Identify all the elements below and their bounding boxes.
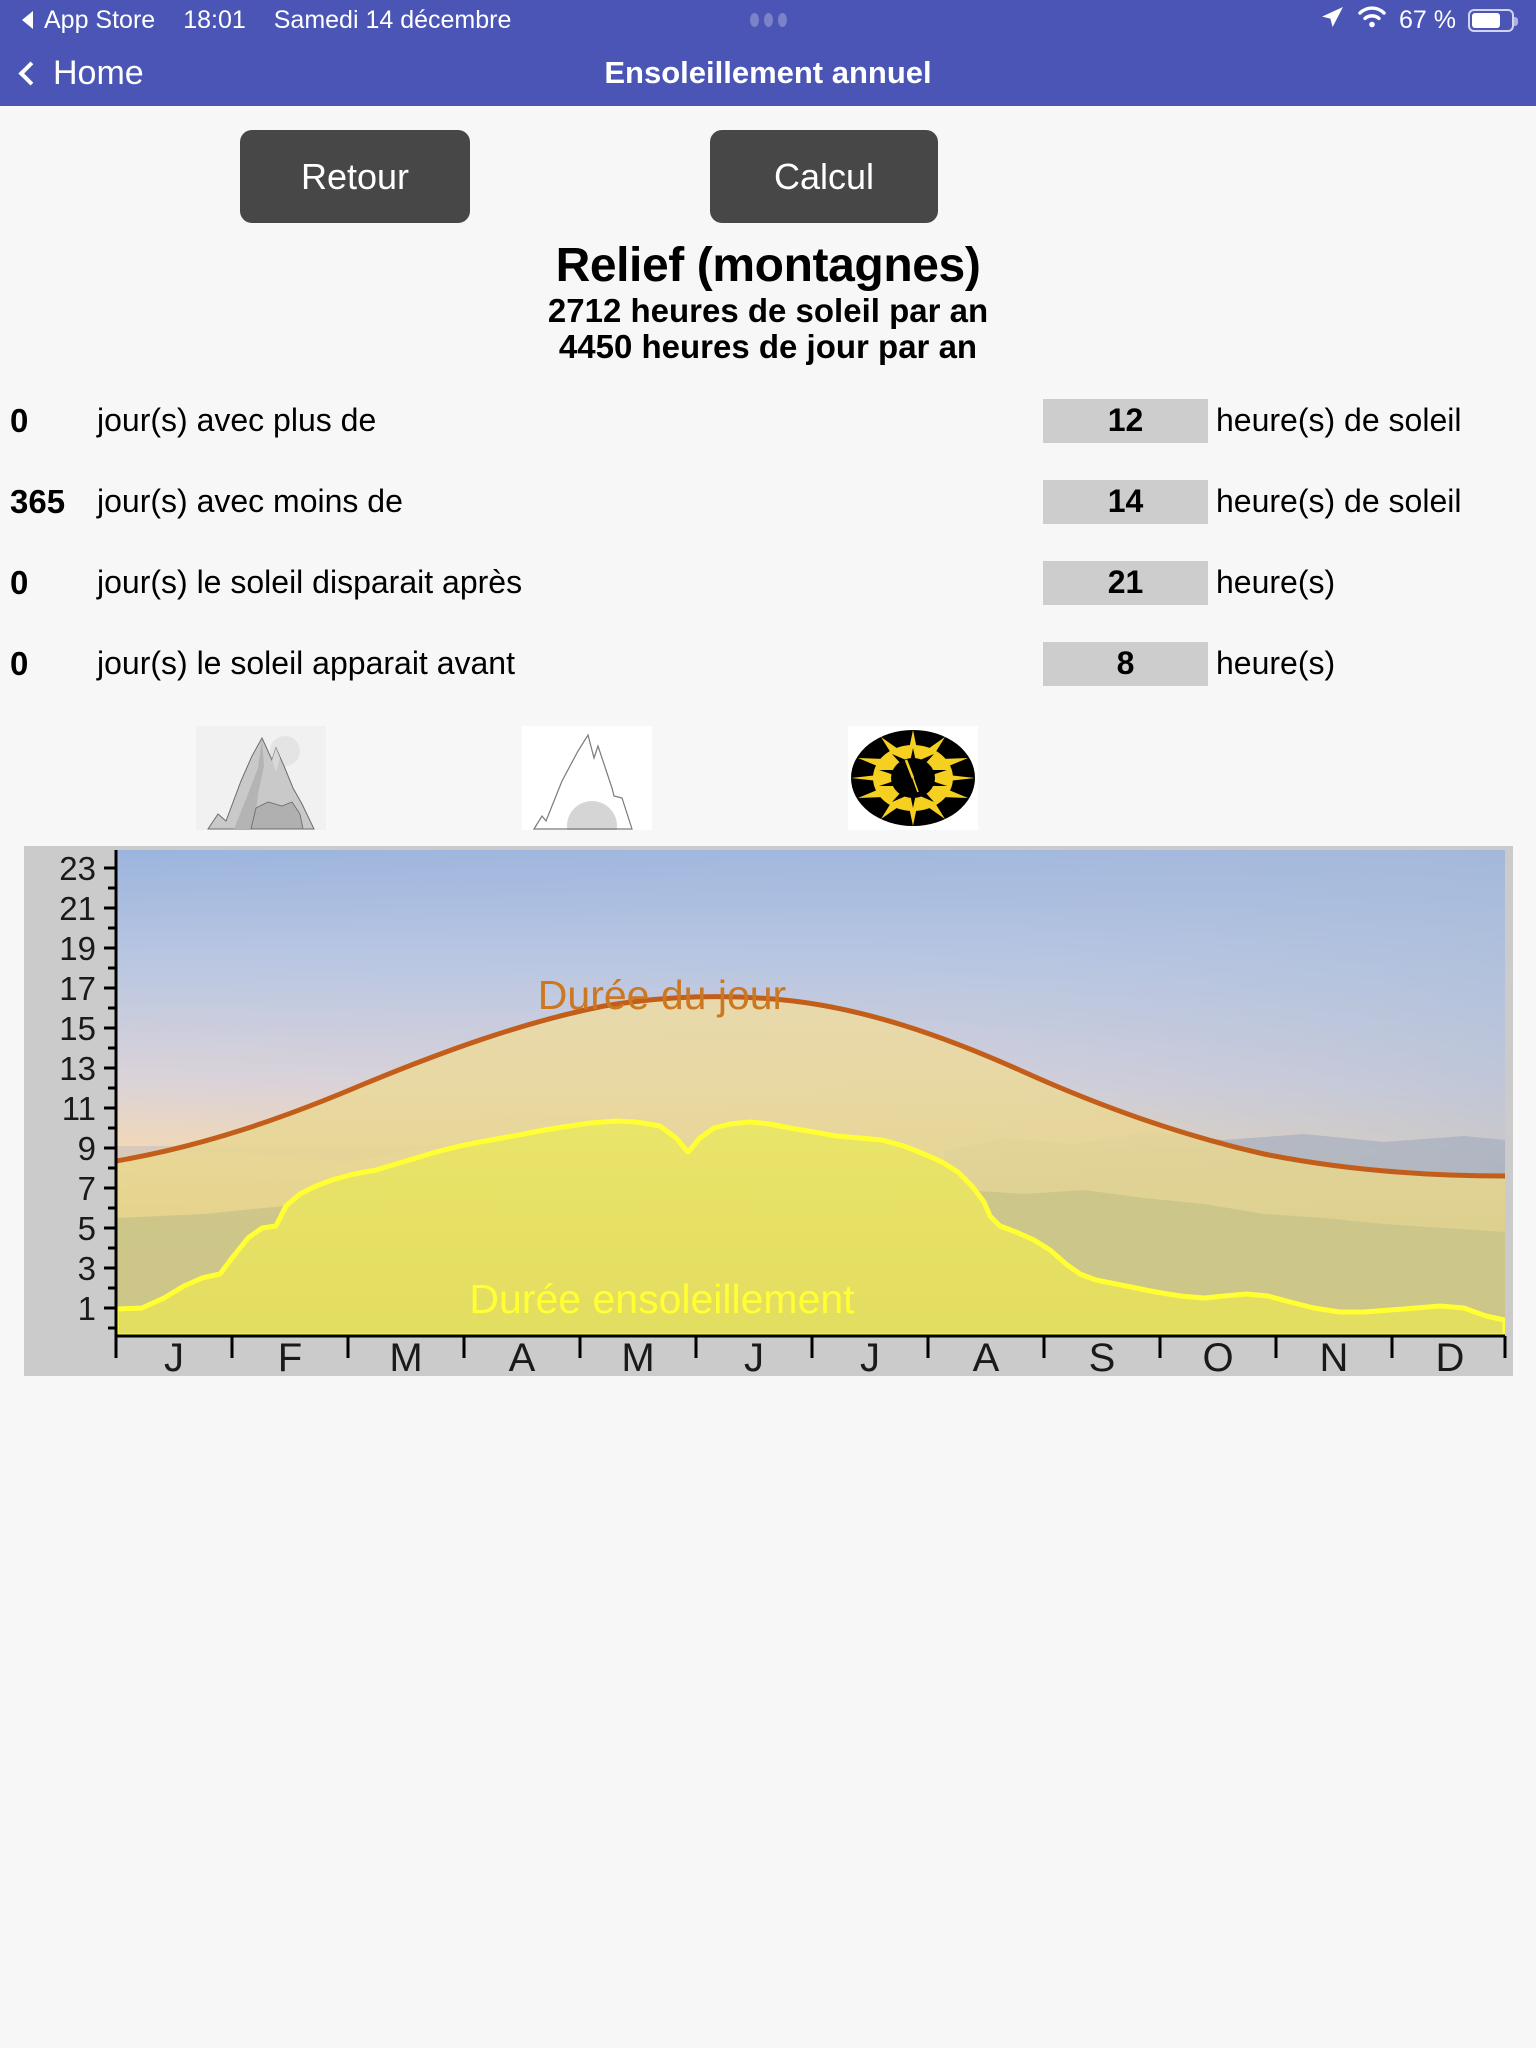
sun-hours-subtitle: 2712 heures de soleil par an [547,292,989,329]
stat-unit: heure(s) [1216,645,1336,682]
sun-compass-clock-icon[interactable] [848,726,978,831]
recording-dots-icon [749,13,787,27]
back-triangle-icon[interactable] [22,11,33,29]
x-tick-label: A [973,1336,1000,1376]
svg-text:11: 11 [62,1090,96,1127]
svg-text:3: 3 [78,1250,96,1287]
wifi-icon [1357,5,1387,36]
x-tick-label: A [509,1336,536,1376]
stat-row: 0 jour(s) le soleil disparait après 21 h… [0,542,1536,623]
x-tick-label: O [1202,1336,1233,1376]
svg-text:15: 15 [59,1010,96,1047]
location-arrow-icon [1319,4,1345,37]
stat-label: jour(s) avec moins de [97,483,403,520]
stat-label: jour(s) avec plus de [97,402,377,439]
status-bar-time: 18:01 [183,5,246,34]
relief-title: Relief (montagnes) [555,239,981,292]
status-bar-back-app[interactable]: App Store [44,6,155,35]
stat-row: 365 jour(s) avec moins de 14 heure(s) de… [0,461,1536,542]
svg-text:9: 9 [78,1130,96,1167]
stat-threshold-input[interactable]: 12 [1043,398,1208,443]
sunshine-duration-label: Durée ensoleillement [469,1276,855,1322]
stat-threshold-input[interactable]: 21 [1043,560,1208,605]
svg-text:19: 19 [59,930,96,967]
x-tick-label: S [1089,1336,1116,1376]
status-bar-left: App Store 18:01 Samedi 14 décembre [22,6,511,35]
battery-icon [1468,8,1518,32]
x-tick-label: J [744,1336,764,1376]
stat-row: 0 jour(s) le soleil apparait avant 8 heu… [0,623,1536,704]
day-duration-label: Durée du jour [538,972,786,1018]
x-tick-label: M [389,1336,422,1376]
status-bar-date: Samedi 14 décembre [273,5,512,34]
stat-unit: heure(s) de soleil [1216,402,1462,439]
stat-count: 0 [10,644,29,682]
svg-text:23: 23 [59,850,96,887]
battery-percent-label: 67 % [1399,5,1456,34]
stats-list: 0 jour(s) avec plus de 12 heure(s) de so… [0,380,1536,704]
x-tick-label: M [621,1336,654,1376]
svg-text:17: 17 [59,970,96,1007]
sunshine-chart: Durée du jour Durée ensoleillement 23 21… [24,846,1513,1377]
x-tick-label: J [164,1336,184,1376]
stat-row: 0 jour(s) avec plus de 12 heure(s) de so… [0,380,1536,461]
stat-unit: heure(s) de soleil [1216,483,1462,520]
page-title: Ensoleillement annuel [604,55,932,90]
sunshine-chart-canvas: Durée du jour Durée ensoleillement 23 21… [24,846,1513,1377]
chart-plot-area [116,850,1505,1337]
stat-count: 0 [10,401,29,439]
status-bar: App Store 18:01 Samedi 14 décembre 67 % [0,0,1536,40]
navigation-bar: Home Ensoleillement annuel [0,40,1536,106]
grey-mountain-icon[interactable] [196,726,326,831]
stat-count: 365 [10,482,66,520]
thumbnail-row [0,726,1536,836]
stat-unit: heure(s) [1216,564,1336,601]
svg-text:1: 1 [78,1290,96,1327]
stat-threshold-input[interactable]: 14 [1043,479,1208,524]
stat-label: jour(s) le soleil apparait avant [97,645,515,682]
calcul-button[interactable]: Calcul [710,130,938,223]
x-tick-label: D [1436,1336,1465,1376]
day-hours-subtitle: 4450 heures de jour par an [558,327,978,365]
stat-threshold-input[interactable]: 8 [1043,641,1208,686]
stat-label: jour(s) le soleil disparait après [97,564,523,601]
x-tick-label: J [860,1336,880,1376]
retour-button[interactable]: Retour [240,130,470,223]
toolbar: Retour Calcul [0,106,1536,226]
status-bar-right: 67 % [1319,4,1518,37]
stat-count: 0 [10,563,29,601]
outline-mountain-sunrise-icon[interactable] [522,726,652,831]
svg-text:13: 13 [59,1050,96,1087]
x-tick-label: N [1320,1336,1349,1376]
x-tick-label: F [278,1336,302,1376]
svg-text:5: 5 [78,1210,96,1247]
svg-text:21: 21 [59,890,96,927]
svg-text:7: 7 [78,1170,96,1207]
